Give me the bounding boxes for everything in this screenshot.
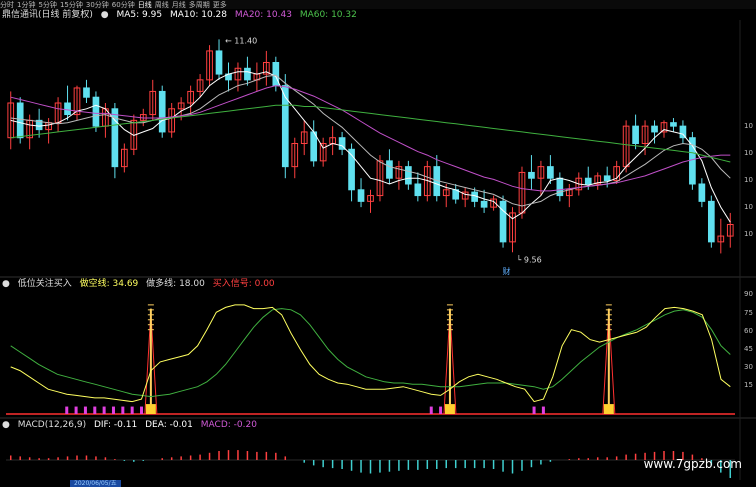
date-cursor-label: 2020/06/05/五 <box>70 480 121 487</box>
candle-body <box>83 87 90 98</box>
ma60-line <box>10 104 731 163</box>
duo-line <box>10 308 731 398</box>
low-zone-bar <box>83 406 87 414</box>
price-axis-tick: 10 <box>744 230 753 238</box>
low-zone-bar <box>140 406 144 414</box>
candle-body <box>499 200 507 243</box>
finance-marker-icon: 财 <box>503 266 511 276</box>
price-axis-tick: 10 <box>744 122 753 130</box>
candle-body <box>651 125 658 133</box>
price-axis-tick: 10 <box>744 203 753 211</box>
candle-body <box>386 160 393 179</box>
candle-body <box>670 122 677 127</box>
low-zone-bar <box>439 406 443 414</box>
price-axis-tick: 10 <box>744 176 753 184</box>
candle-body <box>272 62 280 87</box>
high-price-label: ← 11.40 <box>225 36 257 45</box>
candle-body <box>215 50 223 75</box>
indicator-axis-tick: 45 <box>744 345 753 353</box>
candle-body <box>603 175 611 182</box>
low-zone-bar <box>74 406 78 414</box>
price-axis-tick: 10 <box>744 149 753 157</box>
ma10-line <box>10 74 731 207</box>
indicator-axis-tick: 75 <box>744 309 753 317</box>
low-price-label: └ 9.56 <box>517 254 542 264</box>
low-zone-bar <box>93 406 97 414</box>
low-zone-bar <box>532 406 536 414</box>
candle-body <box>707 200 715 243</box>
ma20-line <box>10 85 731 192</box>
low-zone-bar <box>429 406 433 414</box>
buy-spike-base <box>444 404 455 414</box>
low-zone-bar <box>541 406 545 414</box>
candle-body <box>698 183 706 202</box>
candle-body <box>528 171 535 179</box>
candle-body <box>16 102 24 139</box>
low-zone-bar <box>130 406 134 414</box>
low-zone-bar <box>102 406 106 414</box>
indicator-axis-tick: 15 <box>744 381 753 389</box>
candle-body <box>158 90 166 133</box>
candle-body <box>244 67 251 81</box>
candle-body <box>357 189 365 202</box>
candle-body <box>405 166 412 185</box>
watermark: www.7gpzb.com <box>643 457 742 471</box>
low-zone-bar <box>111 406 115 414</box>
indicator-axis-tick: 30 <box>744 363 753 371</box>
candle-body <box>92 96 100 127</box>
buy-spike-base <box>145 404 156 414</box>
buy-spike-base <box>603 404 614 414</box>
indicator-axis-tick: 60 <box>744 327 753 335</box>
candle-body <box>64 102 71 116</box>
kong-line <box>10 304 731 403</box>
candle-body <box>547 166 554 179</box>
candle-body <box>414 183 422 197</box>
candle-body <box>632 125 639 145</box>
indicator-axis-tick: 90 <box>744 290 753 298</box>
low-zone-bar <box>121 406 125 414</box>
chart-canvas[interactable]: ← 11.40 └ 9.56 财 10 10 10 10 10 90 75 60 45 30 15 <box>0 0 756 487</box>
candle-body <box>480 200 488 208</box>
low-zone-bar <box>65 406 69 414</box>
candle-body <box>584 177 592 185</box>
